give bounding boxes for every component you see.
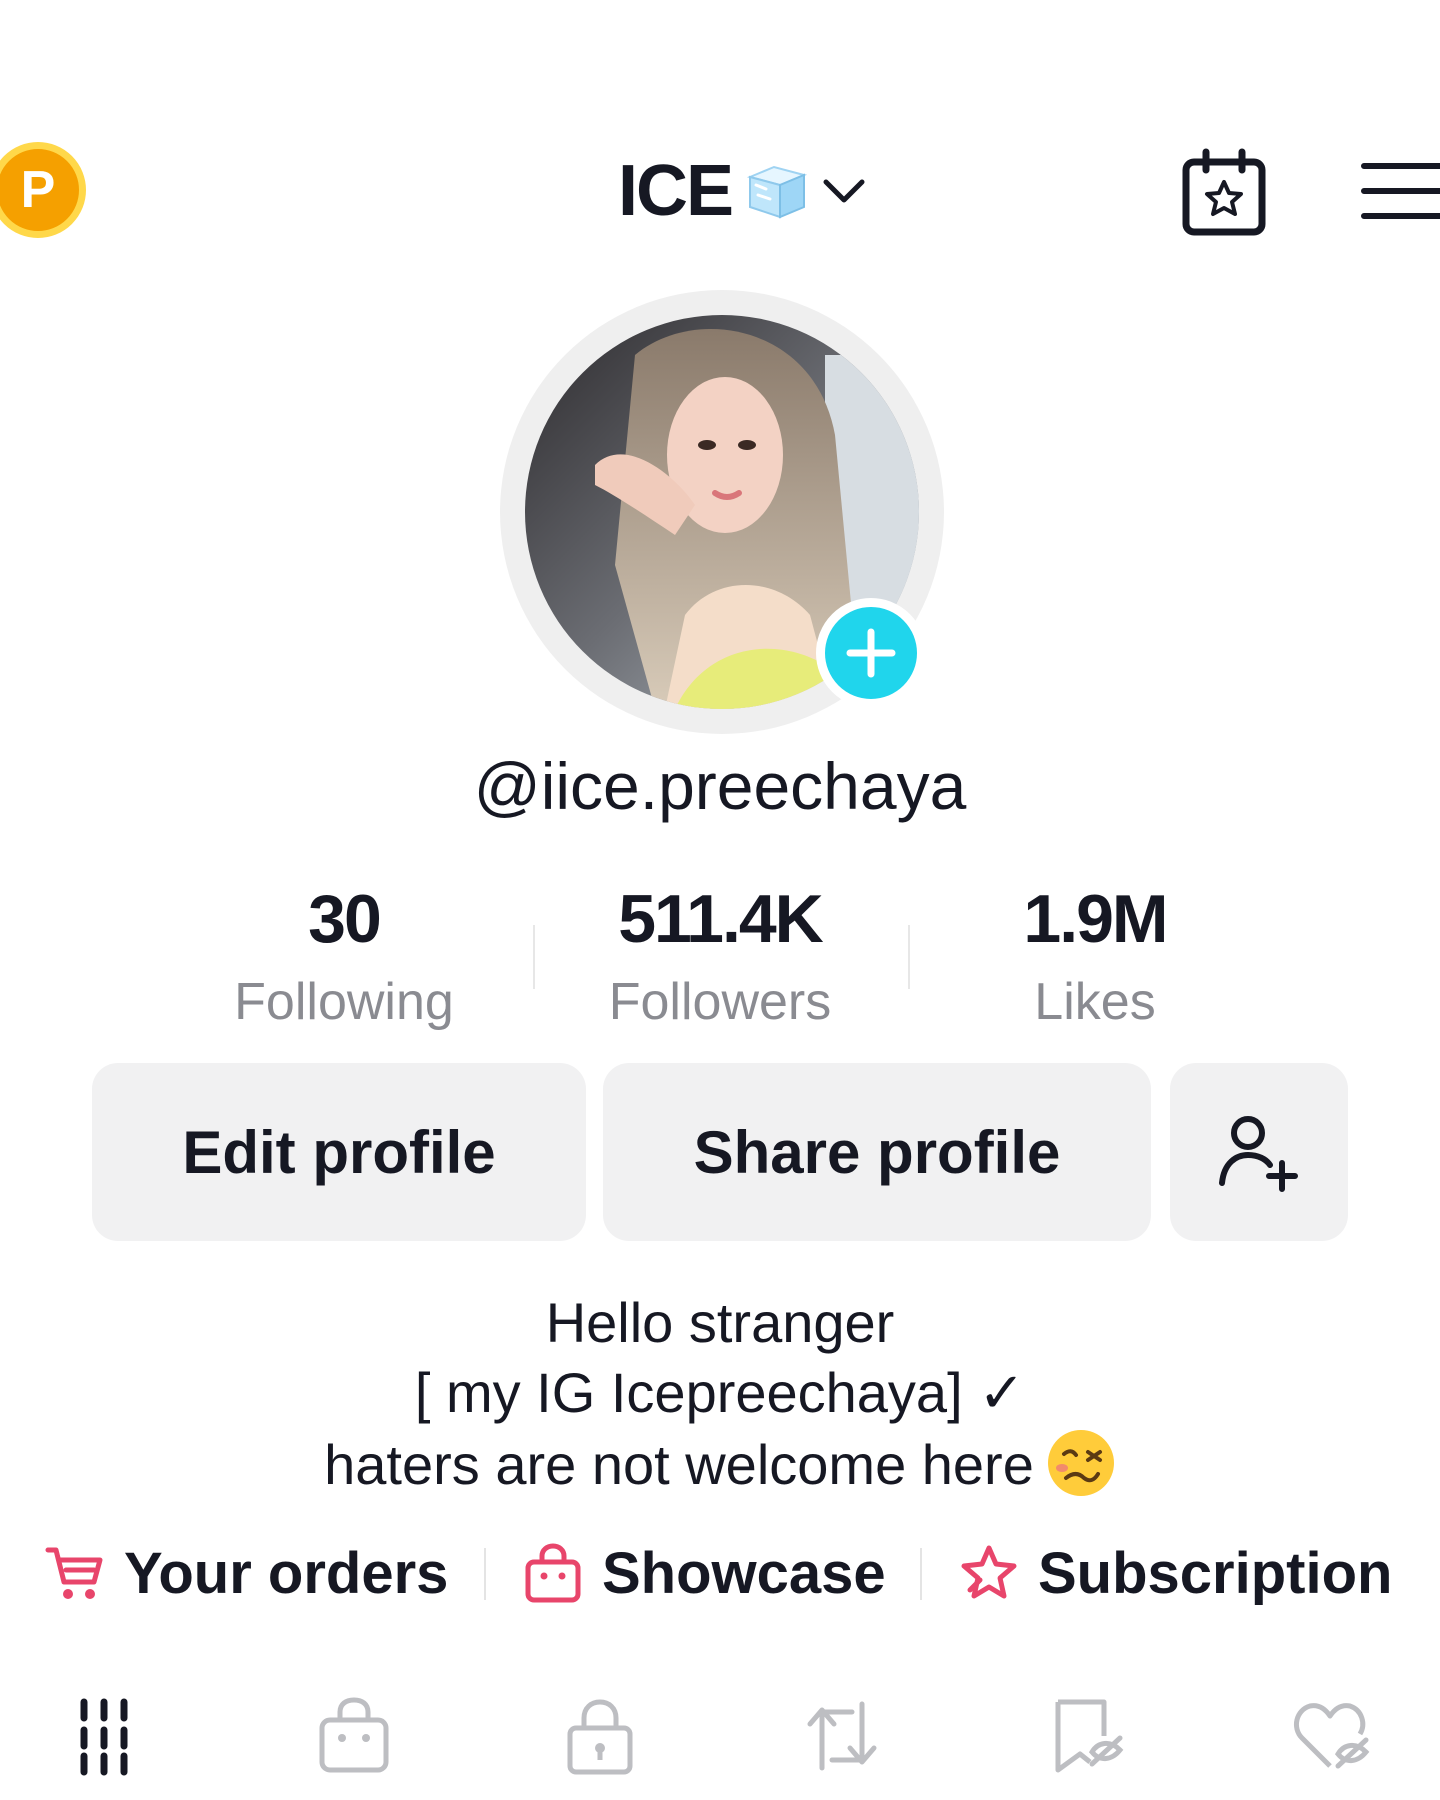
account-switcher[interactable]: ICE: [618, 148, 866, 234]
add-friend-button[interactable]: [1170, 1063, 1348, 1241]
link-label: Subscription: [1038, 1540, 1393, 1606]
subscription-link[interactable]: Subscription: [958, 1538, 1392, 1608]
add-user-icon: [1219, 1116, 1298, 1192]
plus-icon: [846, 628, 896, 678]
stat-followers[interactable]: 511.4K Followers: [570, 880, 870, 1032]
link-separator: [484, 1548, 486, 1600]
link-label: Your orders: [124, 1540, 449, 1606]
favorites-hidden-icon[interactable]: [1048, 1696, 1128, 1776]
shopping-bag-icon: [525, 1543, 581, 1603]
stat-divider: [533, 925, 535, 989]
chevron-down-icon: [823, 179, 865, 203]
bio-line: [ my IG Icepreechaya] ✓: [414, 1361, 1026, 1424]
stat-value: 30: [308, 881, 382, 957]
subscription-star-icon: [961, 1545, 1017, 1599]
liked-hidden-icon[interactable]: [1290, 1696, 1370, 1776]
stat-label: Following: [234, 973, 454, 1031]
shop-bag-icon[interactable]: [314, 1696, 394, 1776]
cart-icon: [45, 1547, 103, 1599]
woozy-face-emoji: [1047, 1430, 1114, 1496]
link-separator: [920, 1548, 922, 1600]
add-photo-button[interactable]: [816, 598, 926, 708]
lock-icon[interactable]: [560, 1696, 640, 1776]
stat-value: 511.4K: [618, 881, 824, 957]
stat-value: 1.9M: [1023, 881, 1168, 957]
repost-icon[interactable]: [802, 1696, 882, 1776]
edit-profile-button[interactable]: Edit profile: [92, 1063, 586, 1241]
hamburger-menu-icon[interactable]: [1360, 158, 1440, 224]
stat-following[interactable]: 30 Following: [194, 880, 494, 1032]
bio-line-3: haters are not welcome here: [0, 1428, 1440, 1498]
bio-line-text: haters are not welcome here: [324, 1433, 1034, 1496]
stat-label: Likes: [1034, 973, 1156, 1031]
username: @iice.preechaya: [473, 749, 967, 823]
account-title: ICE: [618, 151, 734, 231]
stat-divider: [908, 925, 910, 989]
showcase-link[interactable]: Showcase: [522, 1538, 886, 1608]
bio-line: Hello stranger: [545, 1291, 895, 1354]
your-orders-link[interactable]: Your orders: [44, 1538, 448, 1608]
stat-likes[interactable]: 1.9M Likes: [945, 880, 1245, 1032]
calendar-star-icon[interactable]: [1180, 148, 1268, 238]
stat-label: Followers: [608, 973, 832, 1031]
link-label: Showcase: [602, 1540, 886, 1606]
coin-icon[interactable]: P: [0, 142, 86, 238]
grid-icon[interactable]: [70, 1696, 150, 1776]
ice-cube-emoji: [746, 165, 808, 219]
share-profile-button[interactable]: Share profile: [603, 1063, 1151, 1241]
